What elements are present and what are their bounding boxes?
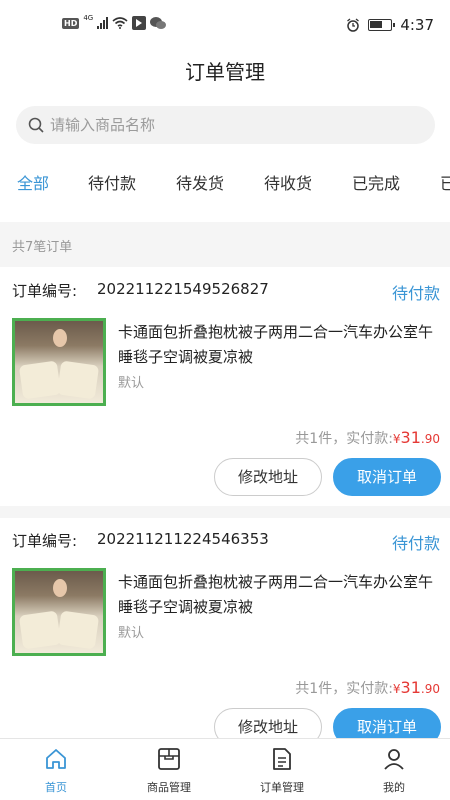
signal-icon: [97, 17, 109, 29]
order-status: 待付款: [391, 284, 440, 303]
summary-text: 共1件，实付款:: [295, 681, 393, 697]
tab-completed[interactable]: 已完成: [352, 170, 400, 194]
product-spec: 默认: [118, 376, 145, 391]
tab-all[interactable]: 全部: [17, 170, 49, 194]
divider: [0, 506, 450, 518]
price-decimal: .90: [420, 682, 440, 696]
cancel-order-button[interactable]: 取消订单: [333, 458, 441, 496]
edit-address-button[interactable]: 修改地址: [214, 458, 322, 496]
order-number-label: 订单编号:: [12, 282, 78, 300]
status-time: 4:37: [400, 16, 434, 34]
summary-text: 共1件，实付款:: [295, 431, 393, 447]
order-header: 订单编号: 202211221549526827 待付款: [12, 268, 440, 312]
bottom-tab-bar: 首页 商品管理 订单管理 我的: [0, 738, 450, 800]
order-number-label: 订单编号:: [12, 532, 78, 550]
order-number: 202211221549526827: [97, 280, 269, 298]
alarm-icon: [347, 18, 360, 32]
wifi-icon: [112, 17, 128, 29]
price-integer: 31: [400, 678, 421, 697]
tab-pending-receipt[interactable]: 待收货: [264, 170, 312, 194]
status-icons-right: 4:37: [346, 16, 434, 34]
document-icon: [273, 748, 291, 770]
page-title: 订单管理: [185, 60, 265, 84]
home-icon: [46, 749, 66, 769]
status-icons-left: HD 4G: [62, 14, 167, 30]
order-card: 订单编号: 202211221549526827 待付款 卡通面包折叠抱枕被子两…: [0, 268, 450, 506]
network-label: 4G: [83, 14, 94, 22]
order-summary: 共1件，实付款:¥31.90: [295, 678, 440, 698]
currency-symbol: ¥: [392, 682, 401, 696]
tabbar-label: 我的: [383, 781, 405, 794]
status-tabs: 全部 待付款 待发货 待收货 已完成 已: [0, 170, 450, 206]
search-bar[interactable]: [16, 106, 435, 144]
order-number: 202211211224546353: [97, 530, 269, 548]
price-decimal: .90: [420, 432, 440, 446]
tab-more[interactable]: 已: [440, 170, 450, 194]
wechat-icon: [150, 17, 167, 29]
tabbar-label: 首页: [45, 781, 67, 794]
product-image[interactable]: [12, 318, 106, 406]
product-title[interactable]: 卡通面包折叠抱枕被子两用二合一汽车办公室午睡毯子空调被夏凉被: [118, 570, 446, 620]
tabbar-label: 订单管理: [260, 781, 304, 794]
product-title[interactable]: 卡通面包折叠抱枕被子两用二合一汽车办公室午睡毯子空调被夏凉被: [118, 320, 446, 370]
search-icon: [28, 117, 44, 133]
search-input[interactable]: [50, 116, 350, 134]
order-summary: 共1件，实付款:¥31.90: [295, 428, 440, 448]
tabbar-item-profile[interactable]: 我的: [338, 739, 450, 800]
status-bar: HD 4G 4:37: [0, 0, 450, 50]
order-status: 待付款: [391, 534, 440, 553]
tabbar-item-products[interactable]: 商品管理: [113, 739, 225, 800]
hd-badge: HD: [62, 17, 80, 29]
order-count: 共7笔订单: [0, 222, 450, 267]
product-spec: 默认: [118, 626, 145, 641]
currency-symbol: ¥: [392, 432, 401, 446]
app-notification-icon: [132, 16, 147, 30]
price-integer: 31: [400, 428, 421, 447]
user-icon: [384, 749, 404, 770]
tabbar-label: 商品管理: [147, 781, 191, 794]
order-card: 订单编号: 202211211224546353 待付款 卡通面包折叠抱枕被子两…: [0, 518, 450, 746]
box-icon: [158, 748, 180, 770]
order-header: 订单编号: 202211211224546353 待付款: [12, 518, 440, 562]
product-image[interactable]: [12, 568, 106, 656]
tabbar-item-orders[interactable]: 订单管理: [226, 739, 338, 800]
tab-pending-payment[interactable]: 待付款: [88, 170, 136, 194]
tabbar-item-home[interactable]: 首页: [0, 739, 112, 800]
tab-pending-shipment[interactable]: 待发货: [176, 170, 224, 194]
battery-icon: [368, 19, 396, 31]
